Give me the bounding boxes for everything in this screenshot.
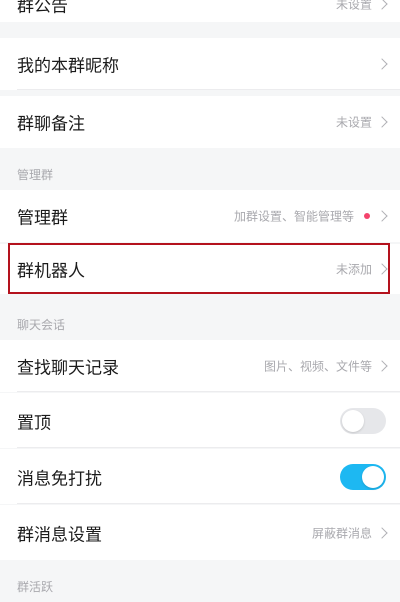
group-message-settings-label: 群消息设置 — [17, 525, 102, 545]
toggle-knob — [362, 465, 384, 488]
row-manage-group[interactable]: 管理群 加群设置、智能管理等 — [0, 190, 400, 242]
row-my-group-nickname[interactable]: 我的本群昵称 — [0, 38, 400, 90]
search-chat-history-value: 图片、视频、文件等 — [263, 359, 372, 374]
search-chat-history-label: 查找聊天记录 — [17, 358, 119, 379]
pin-top-label: 置顶 — [17, 413, 51, 433]
my-group-nickname-label: 我的本群昵称 — [17, 56, 119, 77]
row-do-not-disturb: 消息免打扰 — [0, 449, 400, 504]
row-group-robot[interactable]: 群机器人 未添加 — [0, 244, 400, 294]
divider — [17, 503, 400, 504]
group-robot-label: 群机器人 — [17, 261, 85, 282]
chevron-right-icon — [376, 526, 388, 539]
chevron-right-icon — [376, 360, 388, 372]
divider — [17, 447, 400, 448]
group-announcement-value: 未设置 — [335, 0, 372, 12]
section-header-active: 群活跃 — [17, 580, 54, 594]
group-message-settings-value: 屏蔽群消息 — [311, 526, 372, 540]
toggle-knob — [342, 409, 364, 432]
section-header-manage: 管理群 — [17, 168, 54, 182]
group-robot-value: 未添加 — [335, 262, 372, 277]
row-group-remark[interactable]: 群聊备注 未设置 — [0, 96, 400, 148]
chevron-right-icon — [376, 58, 388, 70]
chevron-right-icon — [376, 0, 388, 10]
chevron-right-icon — [376, 210, 388, 222]
section-header-chat: 聊天会话 — [17, 318, 66, 332]
row-group-message-settings[interactable]: 群消息设置 屏蔽群消息 — [0, 505, 400, 560]
divider — [17, 89, 400, 90]
manage-group-label: 管理群 — [17, 208, 68, 229]
group-remark-label: 群聊备注 — [17, 114, 85, 135]
divider — [17, 391, 400, 392]
row-search-chat-history[interactable]: 查找聊天记录 图片、视频、文件等 — [0, 340, 400, 392]
do-not-disturb-toggle[interactable] — [340, 463, 386, 490]
row-pin-top: 置顶 — [0, 393, 400, 448]
group-remark-value: 未设置 — [335, 115, 372, 130]
chevron-right-icon — [376, 263, 388, 275]
unread-dot — [364, 213, 370, 219]
chevron-right-icon — [376, 116, 388, 128]
group-announcement-label: 群公告 — [17, 0, 68, 17]
row-group-announcement[interactable]: 群公告 未设置 — [0, 0, 400, 22]
pin-top-toggle[interactable] — [340, 407, 386, 434]
manage-group-value: 加群设置、智能管理等 — [233, 209, 354, 224]
do-not-disturb-label: 消息免打扰 — [17, 469, 102, 489]
